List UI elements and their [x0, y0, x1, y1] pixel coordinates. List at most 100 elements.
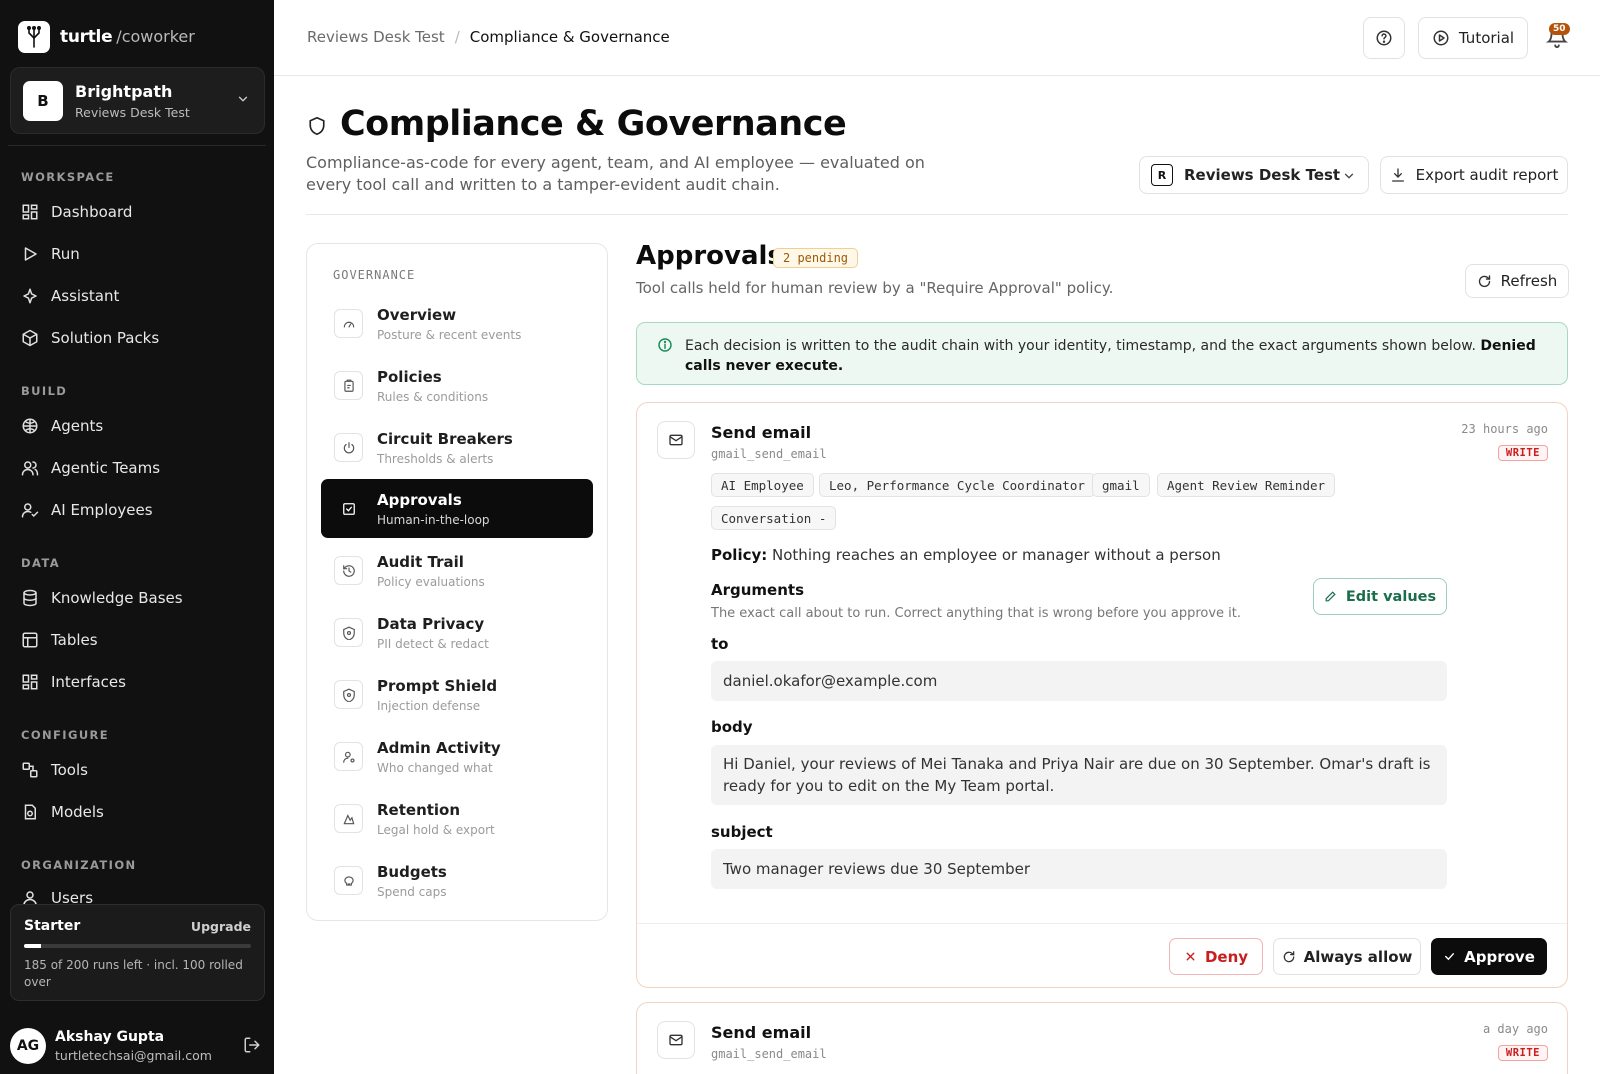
mail-icon: [657, 421, 695, 459]
model-icon: [24, 804, 36, 820]
breadcrumb: Reviews Desk Test / Compliance & Governa…: [307, 28, 670, 46]
governance-item-budgets[interactable]: Budgets Spend caps: [321, 851, 593, 910]
sidebar-item-label: AI Employees: [51, 501, 153, 519]
approval-card-time: 23 hours ago: [1461, 422, 1548, 436]
sidebar-item-dashboard[interactable]: Dashboard: [21, 200, 132, 224]
breadcrumb-parent[interactable]: Reviews Desk Test: [307, 28, 445, 46]
breadcrumb-separator: /: [454, 28, 460, 46]
export-label: Export audit report: [1415, 166, 1559, 184]
context-tag: Conversation -: [711, 506, 837, 530]
field-label-subject: subject: [711, 823, 773, 841]
governance-item-prompt-shield[interactable]: Prompt Shield Injection defense: [321, 665, 593, 724]
governance-item-retention[interactable]: Retention Legal hold & export: [321, 789, 593, 848]
edit-values-button[interactable]: Edit values: [1313, 578, 1447, 615]
governance-item-subtitle: Policy evaluations: [377, 574, 485, 589]
governance-item-circuit-breakers[interactable]: Circuit Breakers Thresholds & alerts: [321, 418, 593, 477]
help-icon: [1376, 30, 1392, 46]
workspace-select-avatar: R: [1151, 164, 1173, 186]
workspace-select[interactable]: R Reviews Desk Test: [1139, 156, 1369, 194]
close-icon: [1186, 952, 1195, 961]
upgrade-link[interactable]: Upgrade: [191, 919, 251, 934]
gauge-icon: [334, 309, 363, 338]
sidebar-item-interfaces[interactable]: Interfaces: [21, 670, 126, 694]
check-square-icon: [334, 494, 363, 523]
brand[interactable]: turtle /coworker: [18, 20, 195, 53]
approve-button[interactable]: Approve: [1431, 938, 1547, 975]
governance-item-subtitle: Injection defense: [377, 698, 481, 713]
power-icon: [334, 433, 363, 462]
sidebar-item-label: Interfaces: [51, 673, 126, 691]
sidebar-item-tables[interactable]: Tables: [21, 628, 98, 652]
context-tag: gmail: [1092, 473, 1150, 497]
governance-item-data-privacy[interactable]: Data Privacy PII detect & redact: [321, 603, 593, 662]
breadcrumb-current: Compliance & Governance: [469, 28, 670, 46]
governance-heading: GOVERNANCE: [333, 268, 416, 282]
context-tag: Agent Review Reminder: [1157, 473, 1336, 497]
plan-card: Starter Upgrade 185 of 200 runs left · i…: [10, 904, 265, 1001]
users-icon: [21, 461, 39, 476]
package-icon: [22, 329, 38, 347]
policy-label: Policy:: [711, 546, 768, 564]
sidebar-divider: [8, 145, 266, 146]
always-allow-label: Always allow: [1303, 947, 1413, 966]
sidebar-item-label: Solution Packs: [51, 329, 160, 347]
plan-usage-fill: [24, 944, 42, 948]
governance-item-subtitle: PII detect & redact: [377, 636, 489, 651]
sidebar-item-tools[interactable]: Tools: [21, 758, 88, 782]
always-allow-button[interactable]: Always allow: [1273, 938, 1421, 975]
field-subject-value[interactable]: Two manager reviews due 30 September: [711, 849, 1447, 889]
sidebar-item-agentic-teams[interactable]: Agentic Teams: [21, 456, 160, 480]
governance-item-subtitle: Spend caps: [377, 884, 447, 899]
governance-item-overview[interactable]: Overview Posture & recent events: [321, 294, 593, 353]
clipboard-icon: [334, 371, 363, 400]
avatar: AG: [10, 1028, 46, 1064]
approval-card-function: gmail_send_email: [711, 1047, 827, 1061]
sidebar-item-solution-packs[interactable]: Solution Packs: [21, 326, 159, 350]
field-body-value[interactable]: Hi Daniel, your reviews of Mei Tanaka an…: [711, 745, 1447, 805]
topbar: Reviews Desk Test / Compliance & Governa…: [274, 0, 1600, 76]
field-label-to: to: [711, 635, 729, 653]
edit-values-label: Edit values: [1345, 588, 1437, 605]
export-audit-report-button[interactable]: Export audit report: [1380, 156, 1568, 194]
plan-usage-bar: [24, 944, 251, 948]
governance-item-audit-trail[interactable]: Audit Trail Policy evaluations: [321, 541, 593, 600]
logout-icon[interactable]: [243, 1036, 261, 1054]
plan-name: Starter: [24, 918, 81, 934]
info-text-body: Each decision is written to the audit ch…: [685, 338, 1476, 354]
sidebar: turtle /coworker B Brightpath Reviews De…: [0, 0, 274, 1074]
refresh-button[interactable]: Refresh: [1465, 264, 1569, 298]
user-check-icon: [21, 503, 39, 518]
help-button[interactable]: [1363, 17, 1405, 59]
header-divider: [306, 214, 1568, 215]
workspace-switcher[interactable]: B Brightpath Reviews Desk Test: [10, 67, 265, 134]
governance-item-title: Data Privacy: [377, 614, 485, 633]
approval-card: Send email gmail_send_email 23 hours ago…: [636, 402, 1568, 988]
dashboard-icon: [22, 204, 38, 220]
sidebar-item-label: Run: [51, 245, 80, 263]
governance-item-admin-activity[interactable]: Admin Activity Who changed what: [321, 727, 593, 786]
sidebar-item-knowledge-bases[interactable]: Knowledge Bases: [21, 586, 183, 610]
governance-item-title: Budgets: [377, 862, 447, 881]
sidebar-item-ai-employees[interactable]: AI Employees: [21, 498, 153, 522]
chevron-down-icon: [238, 96, 248, 102]
page-description: Compliance-as-code for every agent, team…: [306, 153, 925, 194]
governance-item-approvals[interactable]: Approvals Human-in-the-loop: [321, 479, 593, 538]
database-icon: [23, 589, 37, 607]
sidebar-item-models[interactable]: Models: [21, 800, 104, 824]
sidebar-item-assistant[interactable]: Assistant: [21, 284, 119, 308]
governance-item-title: Circuit Breakers: [377, 429, 513, 448]
governance-item-subtitle: Thresholds & alerts: [377, 451, 494, 466]
sidebar-item-agents[interactable]: Agents: [21, 414, 103, 438]
tutorial-label: Tutorial: [1458, 29, 1515, 47]
deny-button[interactable]: Deny: [1169, 938, 1263, 975]
governance-item-subtitle: Who changed what: [377, 760, 493, 775]
user-profile[interactable]: AG Akshay Gupta turtletechsai@gmail.com: [10, 1026, 265, 1066]
brand-suffix: /coworker: [116, 27, 195, 46]
sidebar-item-label: Dashboard: [51, 203, 133, 221]
pencil-icon: [1325, 591, 1336, 602]
governance-item-policies[interactable]: Policies Rules & conditions: [321, 356, 593, 415]
sidebar-item-run[interactable]: Run: [21, 242, 80, 266]
governance-item-title: Approvals: [377, 490, 462, 509]
field-to-value[interactable]: daniel.okafor@example.com: [711, 661, 1447, 701]
tutorial-button[interactable]: Tutorial: [1418, 17, 1528, 59]
